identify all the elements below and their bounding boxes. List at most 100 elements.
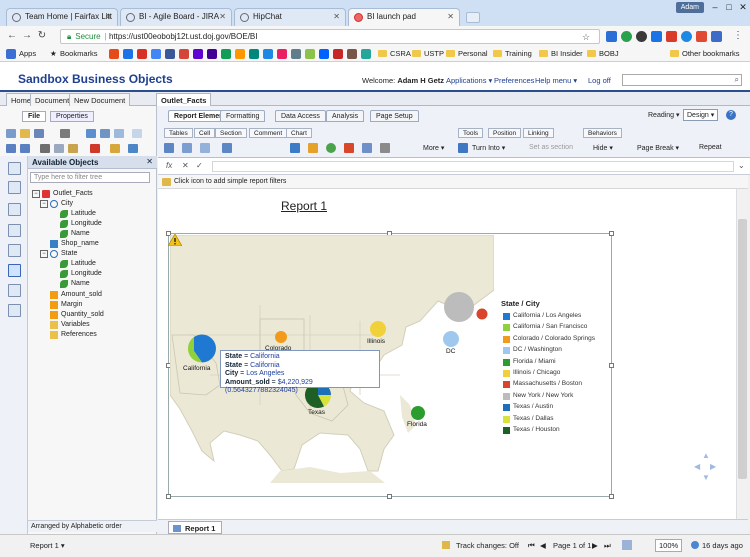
vertical-scrollbar[interactable] [736,189,748,519]
delete-icon[interactable] [90,144,100,153]
reading-mode-button[interactable]: Reading ▾ [648,111,680,119]
search-icon[interactable]: ⌕ [735,75,739,85]
bookmark-favicon-icon[interactable] [347,49,357,59]
tree-item-latitude[interactable]: Latitude [71,260,96,267]
available-objects-icon[interactable] [8,264,21,277]
data-icon[interactable] [8,244,21,257]
tree-item-amount-sold[interactable]: Amount_sold [61,291,102,298]
browser-tab-bi-launch-pad[interactable]: BI launch pad ✕ [348,8,460,26]
bubble-illinois[interactable] [370,321,386,337]
tree-item-margin[interactable]: Margin [61,301,82,308]
collapse-icon[interactable]: − [40,250,48,258]
tree-item-shop-name[interactable]: Shop_name [61,240,99,247]
address-bar[interactable]: 🔒︎ Secure | https://ust00eobobj12t.ust.doj… [60,29,600,44]
form-icon[interactable] [200,143,210,153]
arrange-by-dropdown[interactable]: Arranged by Alphabetic order [28,520,157,532]
bookmark-bookmarks[interactable]: Bookmarks [60,49,98,58]
formula-editor-icon[interactable]: fx [166,161,172,170]
page-break-button[interactable]: Page Break ▾ [634,142,682,155]
input-controls-icon[interactable] [8,203,21,216]
subtab-section[interactable]: Section [215,128,247,138]
copy-icon[interactable] [54,144,64,153]
pan-up-icon[interactable]: ▲ [702,451,710,460]
legend-item[interactable]: California / Los Angeles [513,312,581,319]
tab-file[interactable]: File [22,111,47,122]
filter-icon[interactable] [162,178,171,186]
collapse-icon[interactable]: − [32,190,40,198]
subtab-behaviors[interactable]: Behaviors [583,128,622,138]
extension-icon[interactable] [621,31,632,42]
bookmark-folder-other[interactable]: Other bookmarks [670,49,740,58]
bookmark-favicon-icon[interactable] [361,49,371,59]
pie-chart-icon[interactable] [326,143,336,153]
bookmark-favicon-icon[interactable] [165,49,175,59]
profile-badge[interactable]: Adam [675,2,704,13]
bookmark-favicon-icon[interactable] [123,49,133,59]
bar-chart-icon[interactable] [290,143,300,153]
tree-item-state[interactable]: State [61,250,77,257]
tree-item-city[interactable]: City [61,200,73,207]
close-panel-icon[interactable]: ✕ [146,157,153,166]
subtab-tools[interactable]: Tools [458,128,484,138]
app-search-input[interactable]: ⌕ [622,74,742,86]
pan-down-icon[interactable]: ▼ [702,473,710,482]
zoom-select[interactable]: 100% [655,539,683,552]
legend-item[interactable]: Illinois / Chicago [513,369,560,376]
bubble-new-york[interactable] [444,292,474,322]
undo-icon[interactable] [6,144,16,153]
tab-analysis[interactable]: Analysis [326,110,365,122]
close-tab-icon[interactable]: ✕ [333,12,340,21]
previous-page-icon[interactable]: ◀ [540,541,546,550]
tree-item-outlet-facts[interactable]: Outlet_Facts [53,190,93,197]
cell-icon[interactable] [222,143,232,153]
log-off-link[interactable]: Log off [588,76,611,85]
last-page-icon[interactable]: ⏭ [604,541,611,551]
help-icon[interactable]: ? [726,110,736,120]
bookmark-folder-personal[interactable]: Personal [446,49,488,58]
tab-new-document[interactable]: New Document [69,93,131,106]
bookmark-folder-ustp[interactable]: USTP [412,49,444,58]
close-tab-icon[interactable]: ✕ [219,12,226,21]
open-folder-icon[interactable] [20,129,30,138]
hide-button[interactable]: Hide ▾ [590,142,616,155]
help-menu[interactable]: Help menu ▾ [535,76,577,85]
legend-item[interactable]: California / San Francisco [513,323,587,330]
bookmark-folder-bobj[interactable]: BOBJ [587,49,619,58]
crosstab-icon[interactable] [182,143,192,153]
tree-item-quantity-sold[interactable]: Quantity_sold [61,311,104,318]
tree-item-name[interactable]: Name [71,230,90,237]
pan-left-icon[interactable]: ◀ [694,462,700,471]
extension-icon[interactable] [636,31,647,42]
maximize-window-icon[interactable]: □ [722,1,736,13]
save-icon[interactable] [34,129,44,138]
report-selector[interactable]: Report 1 ▾ [30,541,65,550]
browser-tab-hipchat[interactable]: HipChat ✕ [234,8,346,26]
tab-outlet-facts[interactable]: Outlet_Facts [156,93,212,106]
bookmark-favicon-icon[interactable] [193,49,203,59]
fit-page-icon[interactable] [622,540,632,550]
tab-data-access[interactable]: Data Access [275,110,326,122]
repeat-button[interactable]: Repeat [696,142,725,155]
find-icon[interactable] [86,129,96,138]
bookmark-apps[interactable]: Apps [19,49,36,58]
expand-formula-icon[interactable]: ⌄ [738,161,745,170]
collapse-icon[interactable]: − [40,200,48,208]
turn-into-button[interactable]: Turn Into ▾ [469,142,508,155]
filters-icon[interactable] [8,304,21,317]
subtab-comment[interactable]: Comment [249,128,288,138]
legend-item[interactable]: Texas / Austin [513,403,553,410]
applications-menu[interactable]: Applications ▾ [446,76,492,85]
table-icon[interactable] [164,143,174,153]
tree-item-latitude[interactable]: Latitude [71,210,96,217]
cancel-formula-icon[interactable]: ✕ [182,161,189,170]
extension-icon[interactable] [666,31,677,42]
formula-input[interactable] [212,161,734,172]
report-map-icon[interactable] [8,181,21,194]
new-tab-button[interactable] [466,12,480,23]
bookmark-favicon-icon[interactable] [333,49,343,59]
refresh-icon[interactable] [128,144,138,153]
format-painter-icon[interactable] [110,144,120,153]
tab-formatting[interactable]: Formatting [220,110,266,122]
bookmark-favicon-icon[interactable] [179,49,189,59]
bubble-dc[interactable] [443,331,459,347]
